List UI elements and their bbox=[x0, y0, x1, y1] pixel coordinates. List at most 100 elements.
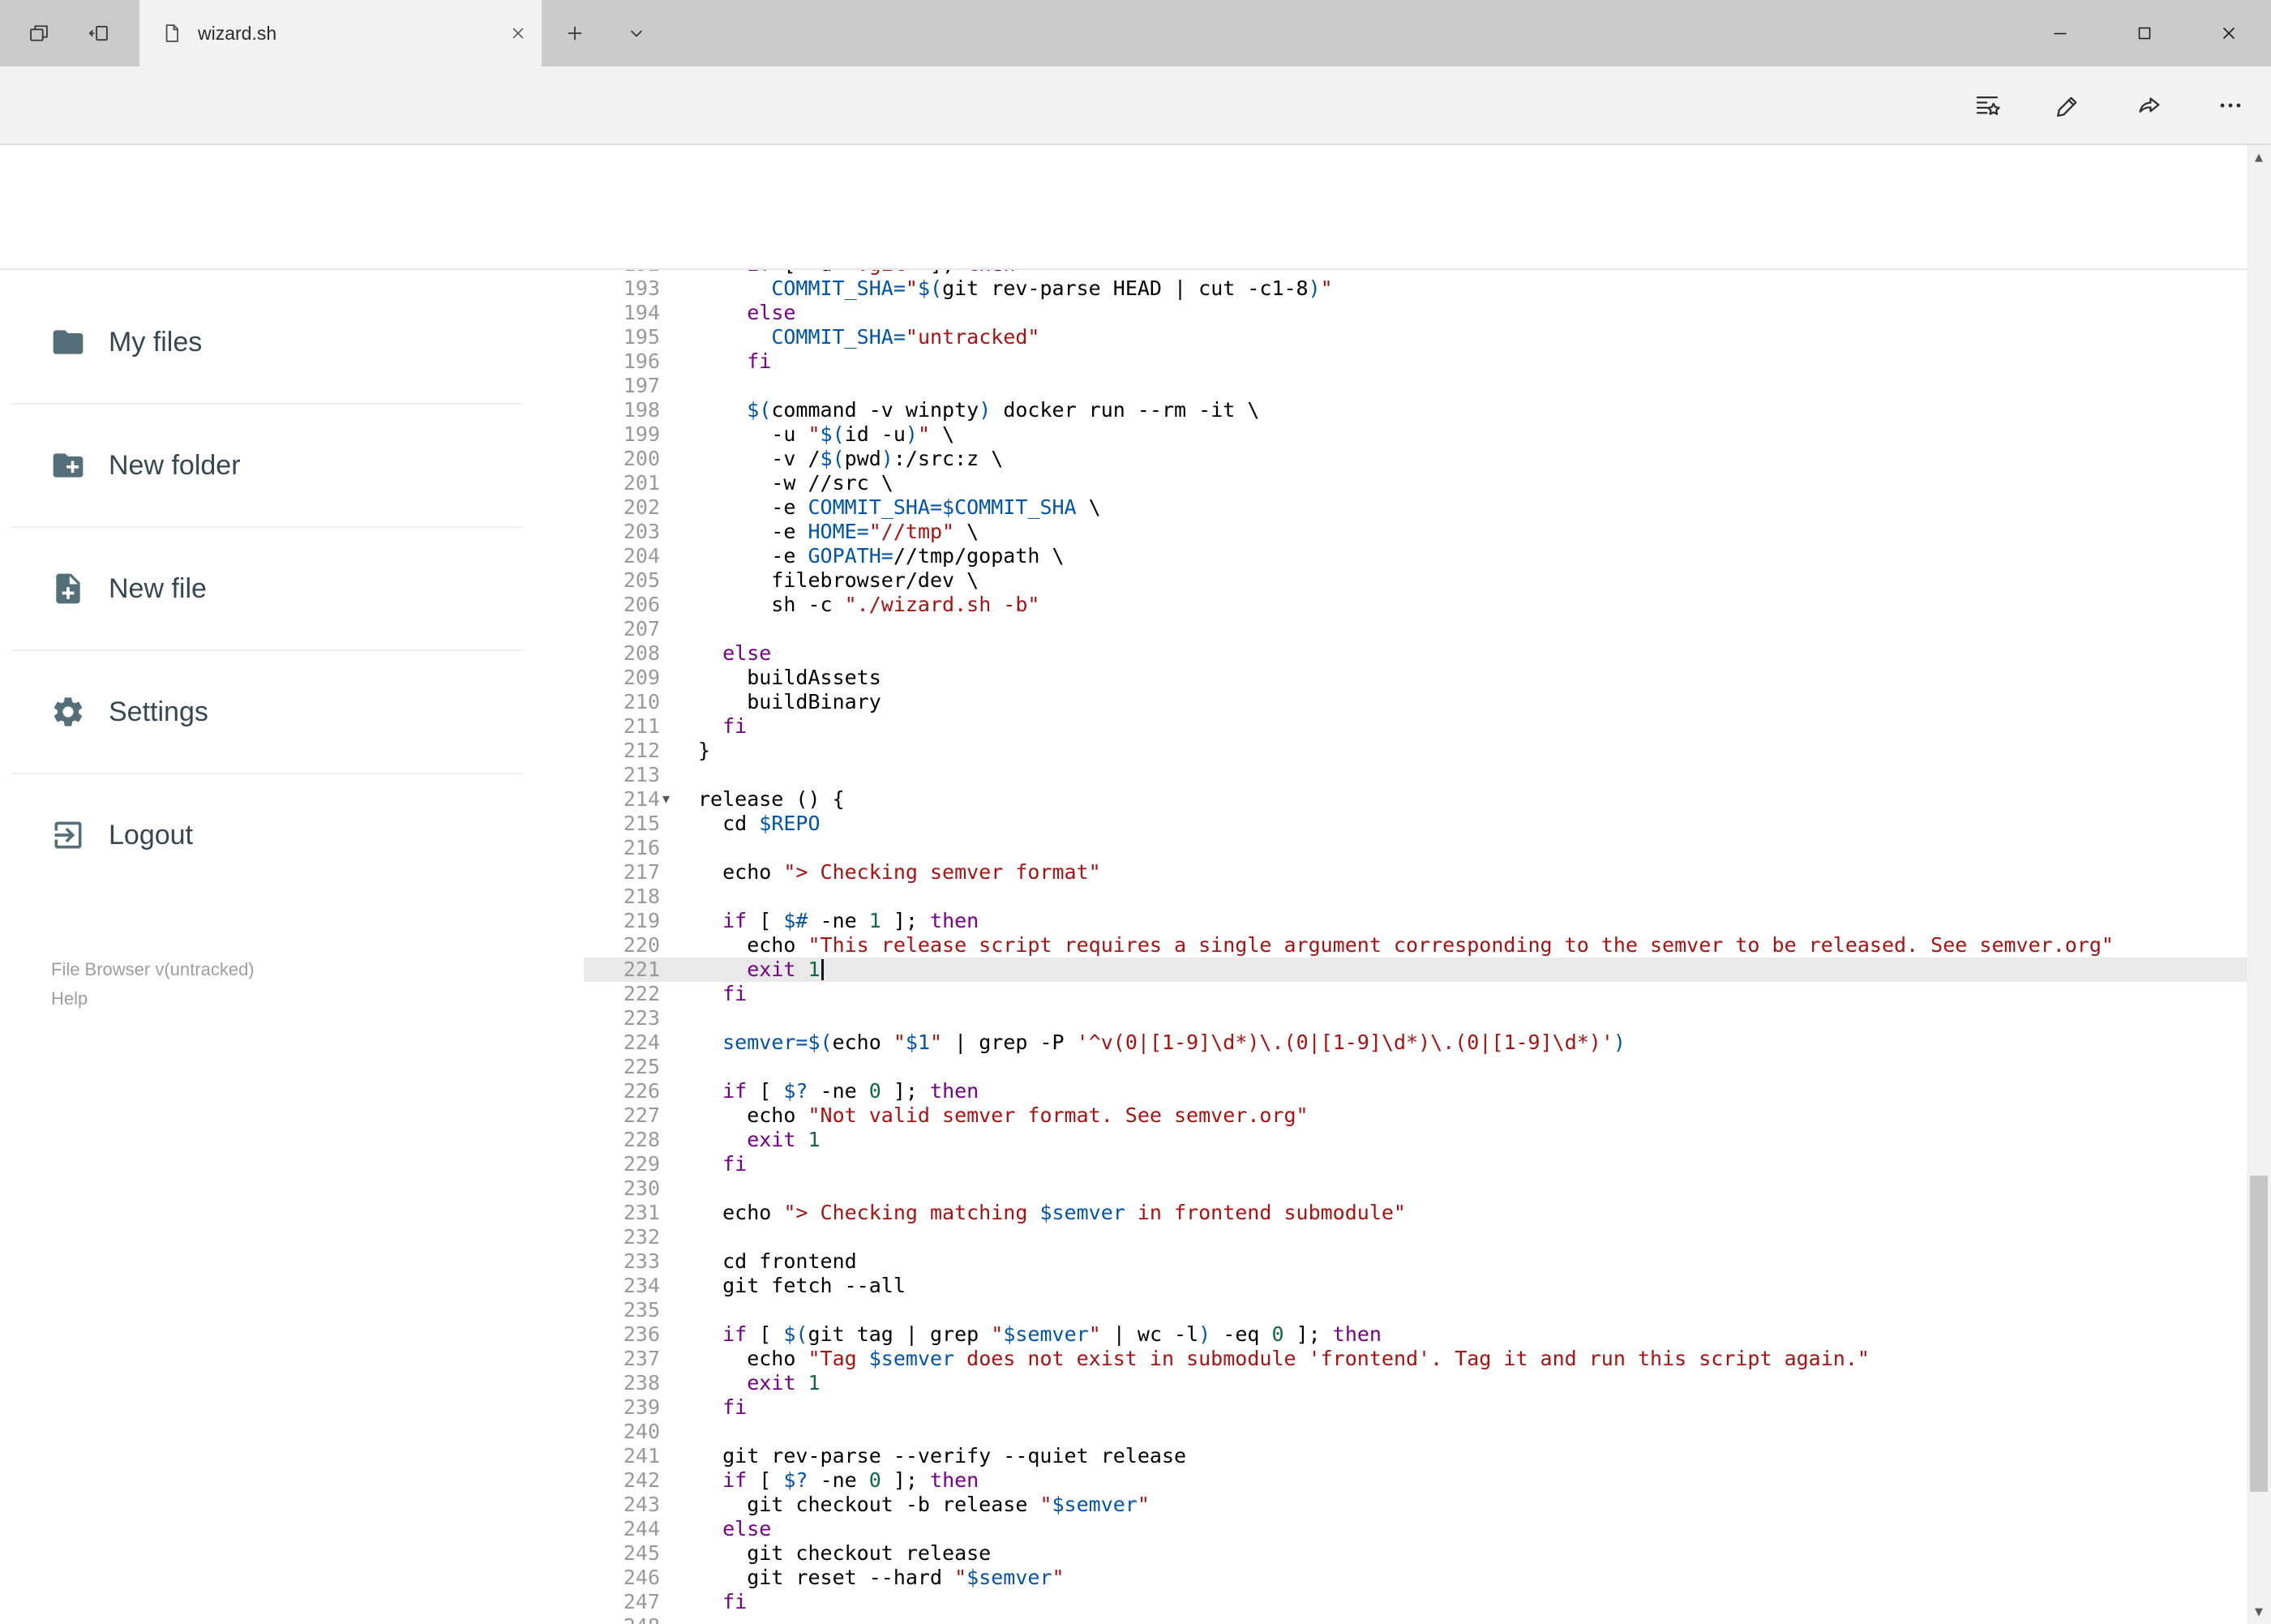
saved-tabs-button[interactable] bbox=[15, 0, 63, 66]
code-line-198[interactable]: 198 $(command -v winpty) docker run --rm… bbox=[584, 398, 2247, 422]
code-line-217[interactable]: 217 echo "> Checking semver format" bbox=[584, 860, 2247, 885]
scroll-down-arrow-icon[interactable]: ▼ bbox=[2247, 1600, 2271, 1624]
code-line-212[interactable]: 212} bbox=[584, 739, 2247, 763]
code-line-195[interactable]: 195 COMMIT_SHA="untracked" bbox=[584, 325, 2247, 349]
code-line-222[interactable]: 222 fi bbox=[584, 982, 2247, 1006]
version-link[interactable]: File Browser v(untracked) bbox=[51, 955, 255, 984]
browser-action-buttons bbox=[1947, 79, 2271, 131]
code-line-245[interactable]: 245 git checkout release bbox=[584, 1541, 2247, 1566]
code-editor[interactable]: 192 if [ -d ".git" ]; then193 COMMIT_SHA… bbox=[584, 270, 2247, 1624]
code-line-238[interactable]: 238 exit 1 bbox=[584, 1371, 2247, 1395]
set-tabs-aside-button[interactable] bbox=[75, 0, 123, 66]
code-line-231[interactable]: 231 echo "> Checking matching $semver in… bbox=[584, 1201, 2247, 1225]
code-line-199[interactable]: 199 -u "$(id -u)" \ bbox=[584, 422, 2247, 447]
scroll-up-arrow-icon[interactable]: ▲ bbox=[2247, 145, 2271, 169]
code-line-226[interactable]: 226 if [ $? -ne 0 ]; then bbox=[584, 1079, 2247, 1103]
sidebar-item-new-folder[interactable]: New folder bbox=[0, 403, 584, 527]
new-tab-button[interactable] bbox=[548, 0, 602, 66]
code-line-215[interactable]: 215 cd $REPO bbox=[584, 812, 2247, 836]
code-line-227[interactable]: 227 echo "Not valid semver format. See s… bbox=[584, 1103, 2247, 1128]
code-line-205[interactable]: 205 filebrowser/dev \ bbox=[584, 568, 2247, 593]
code-line-218[interactable]: 218 bbox=[584, 885, 2247, 909]
code-line-210[interactable]: 210 buildBinary bbox=[584, 690, 2247, 714]
tab-list-chevron-icon[interactable] bbox=[610, 0, 663, 66]
code-line-237[interactable]: 237 echo "Tag $semver does not exist in … bbox=[584, 1347, 2247, 1371]
sidebar-item-my-files[interactable]: My files bbox=[0, 281, 584, 404]
code-line-241[interactable]: 241 git rev-parse --verify --quiet relea… bbox=[584, 1444, 2247, 1468]
code-line-193[interactable]: 193 COMMIT_SHA="$(git rev-parse HEAD | c… bbox=[584, 276, 2247, 301]
logout-icon bbox=[50, 817, 86, 853]
code-line-211[interactable]: 211 fi bbox=[584, 714, 2247, 739]
editor-content: 192 if [ -d ".git" ]; then193 COMMIT_SHA… bbox=[584, 270, 2247, 1624]
help-link[interactable]: Help bbox=[51, 984, 255, 1013]
code-line-224[interactable]: 224 semver=$(echo "$1" | grep -P '^v(0|[… bbox=[584, 1031, 2247, 1055]
line-number: 229 bbox=[623, 1152, 660, 1176]
code-line-229[interactable]: 229 fi bbox=[584, 1152, 2247, 1176]
code-line-230[interactable]: 230 bbox=[584, 1176, 2247, 1201]
code-line-207[interactable]: 207 bbox=[584, 617, 2247, 641]
code-line-219[interactable]: 219 if [ $# -ne 1 ]; then bbox=[584, 909, 2247, 933]
code-line-233[interactable]: 233 cd frontend bbox=[584, 1249, 2247, 1274]
close-window-button[interactable] bbox=[2187, 0, 2271, 66]
web-note-button[interactable] bbox=[2028, 79, 2109, 131]
code-line-236[interactable]: 236 if [ $(git tag | grep "$semver" | wc… bbox=[584, 1322, 2247, 1347]
code-line-246[interactable]: 246 git reset --hard "$semver" bbox=[584, 1566, 2247, 1590]
code-line-202[interactable]: 202 -e COMMIT_SHA=$COMMIT_SHA \ bbox=[584, 495, 2247, 520]
line-number: 196 bbox=[623, 349, 660, 373]
code-text: fi bbox=[722, 714, 748, 738]
hub-button[interactable] bbox=[1947, 79, 2028, 131]
sidebar-item-logout[interactable]: Logout bbox=[0, 773, 584, 897]
code-line-223[interactable]: 223 bbox=[584, 1006, 2247, 1031]
more-button[interactable] bbox=[2190, 79, 2271, 131]
page-scrollbar[interactable]: ▲ ▼ bbox=[2247, 145, 2271, 1624]
code-line-244[interactable]: 244 else bbox=[584, 1517, 2247, 1541]
minimize-button[interactable] bbox=[2018, 0, 2102, 66]
minimize-icon bbox=[2050, 24, 2070, 43]
fold-arrow-icon[interactable]: ▾ bbox=[662, 787, 670, 812]
line-number: 242 bbox=[623, 1468, 660, 1492]
line-number: 247 bbox=[623, 1590, 660, 1613]
code-line-239[interactable]: 239 fi bbox=[584, 1395, 2247, 1420]
line-number: 203 bbox=[623, 520, 660, 543]
code-line-192[interactable]: 192 if [ -d ".git" ]; then bbox=[584, 270, 2247, 276]
code-line-204[interactable]: 204 -e GOPATH=//tmp/gopath \ bbox=[584, 544, 2247, 568]
sidebar-item-new-file[interactable]: New file bbox=[0, 526, 584, 650]
browser-tab[interactable]: wizard.sh bbox=[139, 0, 542, 66]
code-line-240[interactable]: 240 bbox=[584, 1420, 2247, 1444]
code-line-234[interactable]: 234 git fetch --all bbox=[584, 1274, 2247, 1298]
code-line-201[interactable]: 201 -w //src \ bbox=[584, 471, 2247, 495]
code-line-242[interactable]: 242 if [ $? -ne 0 ]; then bbox=[584, 1468, 2247, 1493]
code-line-194[interactable]: 194 else bbox=[584, 301, 2247, 325]
code-text: echo "> Checking semver format" bbox=[698, 860, 1101, 884]
line-number: 198 bbox=[623, 398, 660, 422]
code-line-206[interactable]: 206 sh -c "./wizard.sh -b" bbox=[584, 593, 2247, 617]
scrollbar-thumb[interactable] bbox=[2250, 1176, 2268, 1492]
code-line-243[interactable]: 243 git checkout -b release "$semver" bbox=[584, 1493, 2247, 1517]
code-line-203[interactable]: 203 -e HOME="//tmp" \ bbox=[584, 520, 2247, 544]
code-line-214[interactable]: 214 ▾ release () { bbox=[584, 787, 2247, 812]
line-number: 243 bbox=[623, 1493, 660, 1516]
code-line-196[interactable]: 196 fi bbox=[584, 349, 2247, 374]
tab-close-icon[interactable] bbox=[501, 16, 535, 50]
sidebar-item-settings[interactable]: Settings bbox=[0, 649, 584, 773]
code-line-220[interactable]: 220 echo "This release script requires a… bbox=[584, 933, 2247, 958]
code-line-213[interactable]: 213 bbox=[584, 763, 2247, 787]
code-line-235[interactable]: 235 bbox=[584, 1298, 2247, 1322]
code-line-225[interactable]: 225 bbox=[584, 1055, 2247, 1079]
code-line-247[interactable]: 247 fi bbox=[584, 1590, 2247, 1614]
share-page-button[interactable] bbox=[2109, 79, 2190, 131]
page-icon bbox=[161, 22, 183, 45]
code-line-228[interactable]: 228 exit 1 bbox=[584, 1128, 2247, 1152]
code-line-248[interactable]: 248 bbox=[584, 1614, 2247, 1624]
code-line-216[interactable]: 216 bbox=[584, 836, 2247, 860]
code-line-209[interactable]: 209 buildAssets bbox=[584, 666, 2247, 690]
code-line-197[interactable]: 197 bbox=[584, 374, 2247, 398]
maximize-button[interactable] bbox=[2102, 0, 2187, 66]
code-line-232[interactable]: 232 bbox=[584, 1225, 2247, 1249]
code-line-200[interactable]: 200 -v /$(pwd):/src:z \ bbox=[584, 447, 2247, 471]
line-number: 245 bbox=[623, 1541, 660, 1565]
code-line-208[interactable]: 208 else bbox=[584, 641, 2247, 666]
code-line-221[interactable]: 221 exit 1 bbox=[584, 958, 2247, 982]
line-number: 216 bbox=[623, 836, 660, 859]
